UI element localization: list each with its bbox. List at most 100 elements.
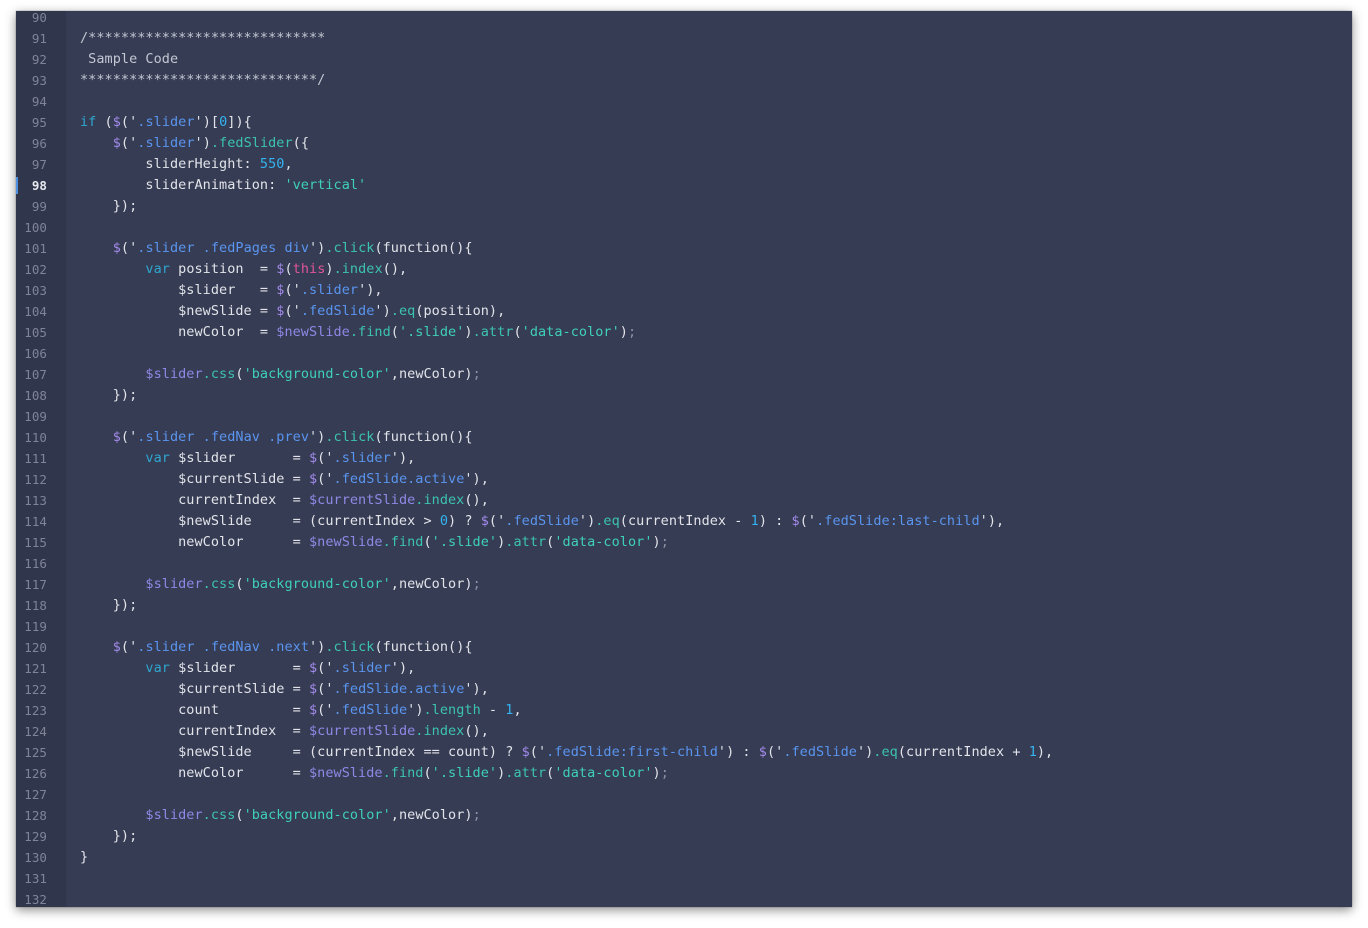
code-token: sliderHeight: (80, 156, 260, 172)
code-token: .fedSlide:last-child (816, 513, 980, 529)
code-line[interactable]: 100 (16, 217, 1352, 238)
code-token: ') (309, 639, 326, 655)
code-line[interactable]: 109 (16, 406, 1352, 427)
code-line[interactable]: 94 (16, 91, 1352, 112)
code-token: $newSlide (308, 534, 383, 550)
code-line[interactable]: 112 $currentSlide = $('.fedSlide.active'… (16, 469, 1352, 490)
code-lines[interactable]: 90 91 /***************************** 92 Sam… (16, 11, 1352, 907)
code-token: ,newColor) (390, 366, 473, 382)
code-line[interactable]: 131 (16, 868, 1352, 889)
code-token: .css (202, 807, 236, 823)
code-line[interactable]: 125 $newSlide = (currentIndex == count) … (16, 742, 1352, 763)
code-line[interactable]: 115 newColor = $newSlide.find('.slide').… (16, 532, 1352, 553)
code-line[interactable]: 111 var $slider = $('.slider'), (16, 448, 1352, 469)
code-token: *****************************/ (80, 72, 326, 88)
code-token: (' (120, 429, 138, 445)
code-token: } (80, 849, 89, 865)
code-editor[interactable]: 90 91 /***************************** 92 Sam… (16, 11, 1352, 907)
code-line[interactable]: 122 $currentSlide = $('.fedSlide.active'… (16, 679, 1352, 700)
line-code: Sample Code (80, 49, 178, 70)
code-token: '), (358, 282, 383, 298)
code-token: (function(){ (374, 639, 473, 655)
code-line[interactable]: 107 $slider.css('background-color',newCo… (16, 364, 1352, 385)
code-token: .slider .fedNav .prev (137, 429, 309, 445)
code-line[interactable]: 129 }); (16, 826, 1352, 847)
code-token: ,newColor) (390, 807, 473, 823)
code-line[interactable]: 105 newColor = $newSlide.find('.slide').… (16, 322, 1352, 343)
code-token: $ (791, 513, 800, 529)
line-code: }); (80, 826, 137, 847)
code-token: ( (235, 807, 244, 823)
code-line[interactable]: 96 $('.slider').fedSlider({ (16, 133, 1352, 154)
code-line[interactable]: 92 Sample Code (16, 49, 1352, 70)
code-token: Sample Code (80, 51, 179, 67)
code-token: position = (178, 261, 277, 277)
code-line[interactable]: 104 $newSlide = $('.fedSlide').eq(positi… (16, 301, 1352, 322)
line-number: 119 (24, 619, 47, 634)
code-token: 'background-color' (243, 366, 391, 382)
code-line[interactable]: 110 $('.slider .fedNav .prev').click(fun… (16, 427, 1352, 448)
line-code: var $slider = $('.slider'), (80, 448, 415, 469)
code-token: ( (284, 261, 293, 277)
code-line[interactable]: 126 newColor = $newSlide.find('.slide').… (16, 763, 1352, 784)
code-line[interactable]: 114 $newSlide = (currentIndex > 0) ? $('… (16, 511, 1352, 532)
line-code: newColor = $newSlide.find('.slide') .attr… (80, 532, 669, 553)
code-line[interactable]: 113 currentIndex = $currentSlide.index()… (16, 490, 1352, 511)
line-code: $('.slider').fedSlider({ (80, 133, 309, 154)
code-token: currentIndex = (80, 492, 309, 508)
code-line[interactable]: 123 count = $('.fedSlide').length - 1, (16, 700, 1352, 721)
code-line[interactable]: 127 (16, 784, 1352, 805)
code-line[interactable]: 121 var $slider = $('.slider'), (16, 658, 1352, 679)
code-line[interactable]: 103 $slider = $('.slider'), (16, 280, 1352, 301)
code-line[interactable]: 118 }); (16, 595, 1352, 616)
code-token: ') (407, 702, 424, 718)
code-line[interactable]: 99 }); (16, 196, 1352, 217)
code-token: (' (317, 702, 334, 718)
code-line[interactable]: 119 (16, 616, 1352, 637)
line-code: currentIndex = $currentSlide.index(), (80, 490, 489, 511)
code-line[interactable]: 91 /***************************** (16, 28, 1352, 49)
line-code: }); (80, 595, 137, 616)
code-line[interactable]: 117 $slider.css('background-color',newCo… (16, 574, 1352, 595)
code-token: .click (325, 429, 375, 445)
line-number: 105 (24, 325, 47, 340)
code-token: .fedSlider (210, 135, 293, 151)
code-token: .slider .fedNav .next (137, 639, 309, 655)
code-token: ( (423, 534, 432, 550)
code-line[interactable]: 116 (16, 553, 1352, 574)
code-token: sliderAnimation: (80, 177, 285, 193)
line-code: $slider.css('background-color',newColor)… (80, 574, 481, 595)
code-line[interactable]: 95 if ($('.slider')[0]){ (16, 112, 1352, 133)
code-token: ') (309, 429, 326, 445)
code-line[interactable]: 120 $('.slider .fedNav .next').click(fun… (16, 637, 1352, 658)
code-token: '), (390, 450, 416, 466)
code-token: ( (513, 324, 522, 340)
line-code: $newSlide = (currentIndex == count) ? $(… (80, 742, 1053, 763)
code-token: 'data-color' (521, 324, 620, 340)
code-line[interactable]: 97 sliderHeight: 550, (16, 154, 1352, 175)
code-line[interactable]: 93 *****************************/ (16, 70, 1352, 91)
line-number: 91 (31, 31, 47, 46)
line-code: var position = $(this).index(), (80, 259, 407, 280)
code-token: ; (660, 534, 669, 550)
line-number: 101 (24, 241, 47, 256)
line-number: 100 (24, 220, 47, 235)
code-token: $slider (145, 366, 203, 382)
code-line[interactable]: 128 $slider.css('background-color',newCo… (16, 805, 1352, 826)
code-line[interactable]: 101 $('.slider .fedPages div').click(fun… (16, 238, 1352, 259)
code-token: .eq (595, 513, 620, 529)
code-line[interactable]: 132 (16, 889, 1352, 907)
line-number: 95 (31, 115, 47, 130)
code-line[interactable]: 124 currentIndex = $currentSlide.index()… (16, 721, 1352, 742)
code-line[interactable]: 102 var position = $(this).index(), (16, 259, 1352, 280)
code-line[interactable]: 106 (16, 343, 1352, 364)
code-token: 'vertical' (284, 177, 367, 193)
code-line[interactable]: 98 sliderAnimation: 'vertical' (16, 175, 1352, 196)
code-line[interactable]: 108 }); (16, 385, 1352, 406)
code-token: $currentSlide = (80, 471, 309, 487)
code-line[interactable]: 90 (16, 11, 1352, 28)
code-line[interactable]: 130} (16, 847, 1352, 868)
